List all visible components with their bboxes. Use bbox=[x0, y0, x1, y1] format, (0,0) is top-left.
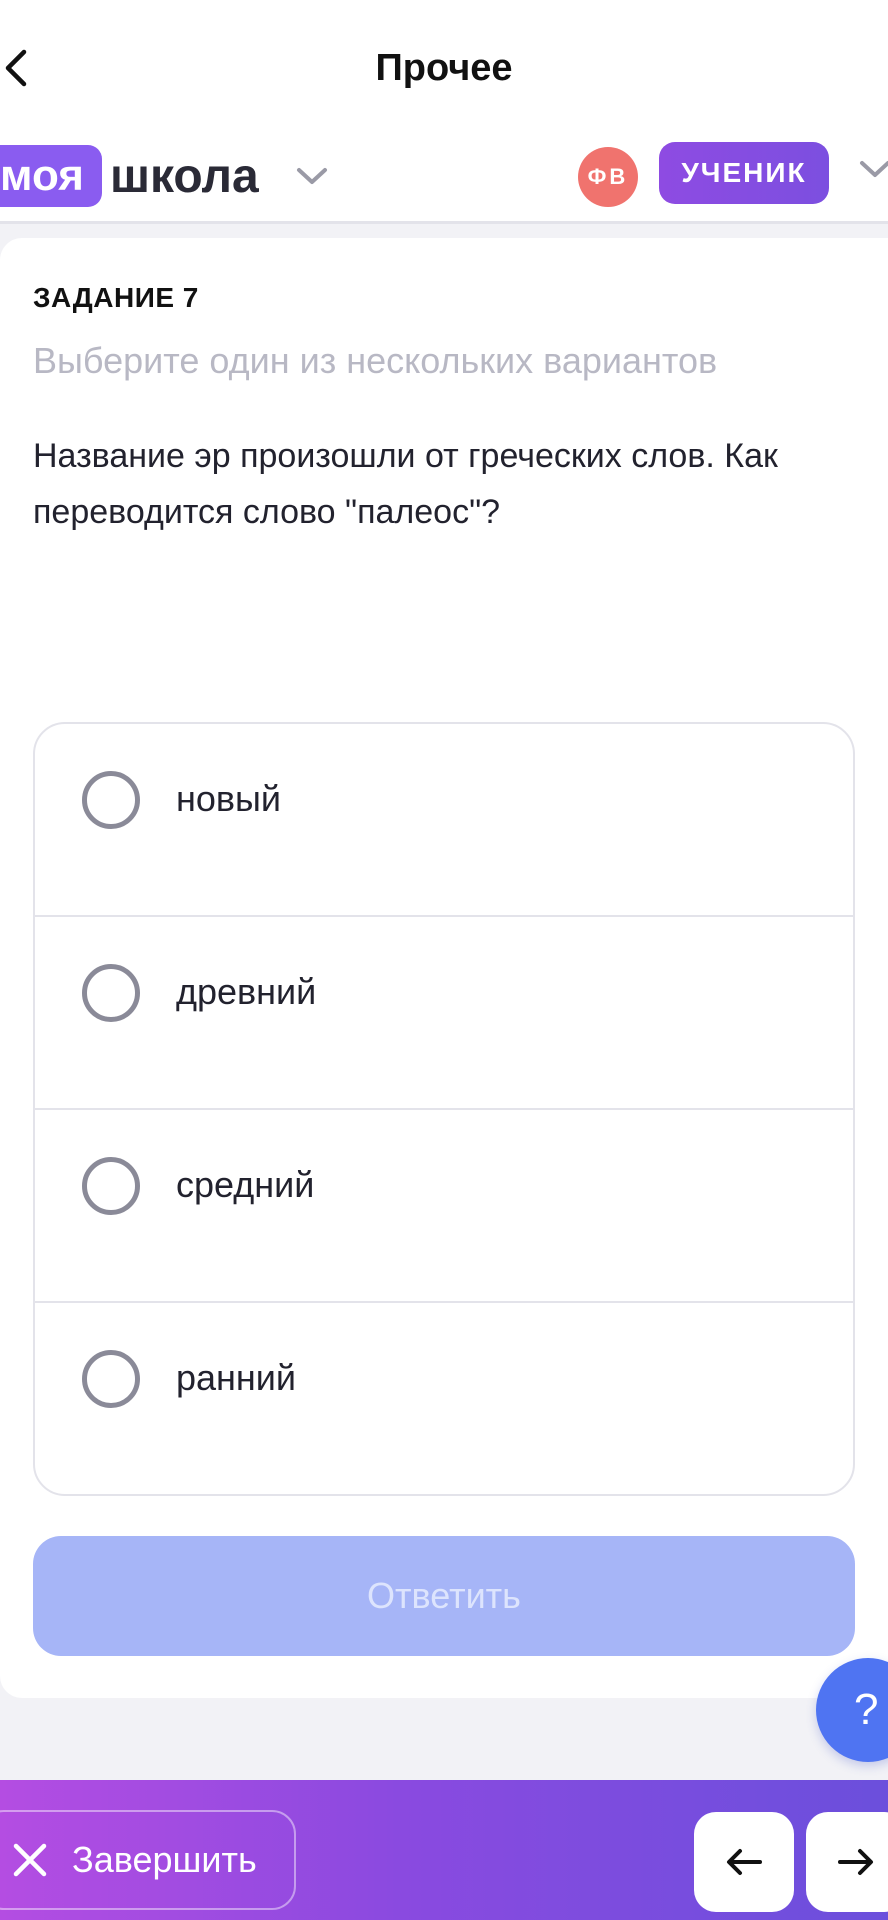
task-number: ЗАДАНИЕ 7 bbox=[33, 282, 199, 313]
previous-button[interactable] bbox=[694, 1812, 794, 1912]
top-nav: Прочее bbox=[0, 0, 888, 128]
radio-button[interactable] bbox=[82, 1350, 140, 1408]
radio-button[interactable] bbox=[82, 771, 140, 829]
app-screen: Прочее моя школа ФВ УЧЕНИК ЗАДАНИЕ 7 Выб… bbox=[0, 0, 888, 1920]
arrow-right-icon bbox=[838, 1849, 873, 1875]
option-item[interactable]: новый bbox=[35, 724, 853, 917]
page-title: Прочее bbox=[375, 46, 513, 89]
option-label: новый bbox=[176, 778, 282, 819]
option-label: средний bbox=[176, 1164, 315, 1205]
option-label: древний bbox=[176, 971, 317, 1012]
finish-label: Завершить bbox=[72, 1839, 257, 1880]
avatar[interactable]: ФВ bbox=[578, 147, 638, 207]
question-mark-icon: ? bbox=[854, 1685, 879, 1734]
brand-logo-part2: школа bbox=[109, 149, 259, 203]
brand-logo-part1: моя bbox=[0, 145, 102, 207]
answer-options: новый древний средний ранний bbox=[33, 722, 855, 1496]
role-chevron-down-icon[interactable] bbox=[858, 158, 888, 185]
arrow-left-icon bbox=[727, 1849, 762, 1875]
task-card: ЗАДАНИЕ 7 Выберите один из нескольких ва… bbox=[0, 238, 888, 1698]
brand-bar: моя школа ФВ УЧЕНИК bbox=[0, 128, 888, 224]
option-item[interactable]: древний bbox=[35, 917, 853, 1110]
radio-button[interactable] bbox=[82, 964, 140, 1022]
question-text: Название эр произошли от греческих слов.… bbox=[33, 437, 778, 531]
bottom-bar: Завершить bbox=[0, 1780, 888, 1920]
radio-button[interactable] bbox=[82, 1157, 140, 1215]
chevron-down-icon bbox=[295, 165, 329, 187]
finish-button[interactable]: Завершить bbox=[0, 1810, 296, 1910]
answer-button[interactable]: Ответить bbox=[33, 1536, 855, 1656]
role-badge[interactable]: УЧЕНИК bbox=[659, 142, 829, 204]
option-label: ранний bbox=[176, 1357, 297, 1398]
school-selector[interactable]: моя школа bbox=[0, 144, 329, 208]
next-button[interactable] bbox=[806, 1812, 888, 1912]
task-hint: Выберите один из нескольких вариантов bbox=[33, 340, 718, 381]
option-item[interactable]: средний bbox=[35, 1110, 853, 1303]
close-icon bbox=[13, 1843, 47, 1877]
option-item[interactable]: ранний bbox=[35, 1303, 853, 1494]
